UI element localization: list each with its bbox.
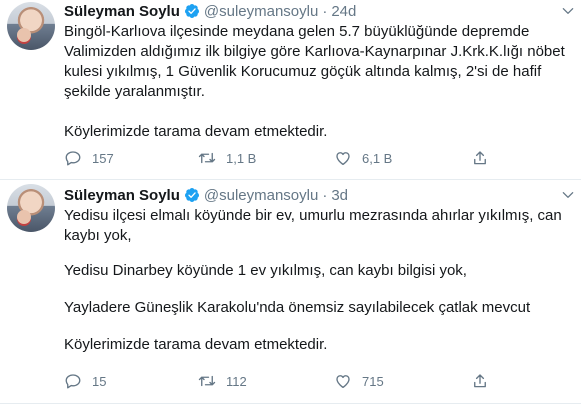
tweet[interactable]: Süleyman Soylu @suleymansoylu · 3d Yedis… — [0, 180, 581, 404]
avatar[interactable] — [7, 2, 55, 50]
tweet-paragraph: Yedisu Dinarbey köyünde 1 ev yıkılmış, c… — [64, 262, 467, 279]
share-icon — [474, 374, 486, 388]
tweet[interactable]: Süleyman Soylu @suleymansoylu · 24d Bing… — [0, 0, 581, 180]
author-name[interactable]: Süleyman Soylu — [64, 3, 180, 20]
tweet-text: Bingöl-Karlıova ilçesinde meydana gelen … — [64, 22, 573, 142]
share-button[interactable] — [471, 149, 489, 167]
share-button[interactable] — [471, 372, 489, 390]
tweet-paragraph: Bingöl-Karlıova ilçesinde meydana gelen … — [64, 23, 565, 100]
like-count: 6,1 B — [362, 150, 393, 166]
reply-count: 157 — [92, 150, 114, 166]
author-name[interactable]: Süleyman Soylu — [64, 187, 180, 204]
author-handle[interactable]: @suleymansoylu — [204, 3, 318, 20]
retweet-button[interactable]: 1,1 B — [198, 149, 256, 167]
separator-dot: · — [322, 186, 328, 204]
tweet-paragraph: Yedisu ilçesi elmalı köyünde bir ev, umu… — [64, 207, 562, 244]
heart-icon — [336, 375, 350, 389]
reply-icon — [65, 151, 81, 166]
like-button[interactable]: 6,1 B — [334, 149, 392, 167]
tweet-header: Süleyman Soylu @suleymansoylu · 3d — [64, 184, 573, 206]
tweet-text: Yedisu ilçesi elmalı köyünde bir ev, umu… — [64, 206, 573, 355]
retweet-icon — [198, 375, 216, 387]
timestamp[interactable]: 3d — [331, 187, 348, 204]
separator-dot: · — [322, 2, 328, 20]
retweet-icon — [198, 152, 216, 164]
tweet-paragraph: Köylerimizde tarama devam etmektedir. — [64, 123, 328, 140]
avatar[interactable] — [7, 184, 55, 232]
reply-button[interactable]: 15 — [64, 372, 106, 390]
tweet-paragraph: Yayladere Güneşlik Karakolu'nda önemsiz … — [64, 299, 531, 316]
like-count: 715 — [362, 373, 384, 389]
timestamp[interactable]: 24d — [331, 3, 356, 20]
retweet-button[interactable]: 112 — [198, 372, 247, 390]
verified-badge-icon — [184, 4, 199, 18]
author-handle[interactable]: @suleymansoylu — [204, 187, 318, 204]
verified-badge-icon — [184, 188, 199, 202]
tweet-header: Süleyman Soylu @suleymansoylu · 24d — [64, 0, 573, 22]
reply-button[interactable]: 157 — [64, 149, 114, 167]
reply-count: 15 — [92, 373, 107, 389]
tweet-paragraph: Köylerimizde tarama devam etmektedir. — [64, 336, 328, 353]
like-button[interactable]: 715 — [334, 372, 384, 390]
reply-icon — [65, 374, 81, 389]
share-icon — [474, 151, 486, 165]
retweet-count: 112 — [226, 373, 247, 389]
heart-icon — [336, 152, 350, 166]
retweet-count: 1,1 B — [226, 150, 257, 166]
